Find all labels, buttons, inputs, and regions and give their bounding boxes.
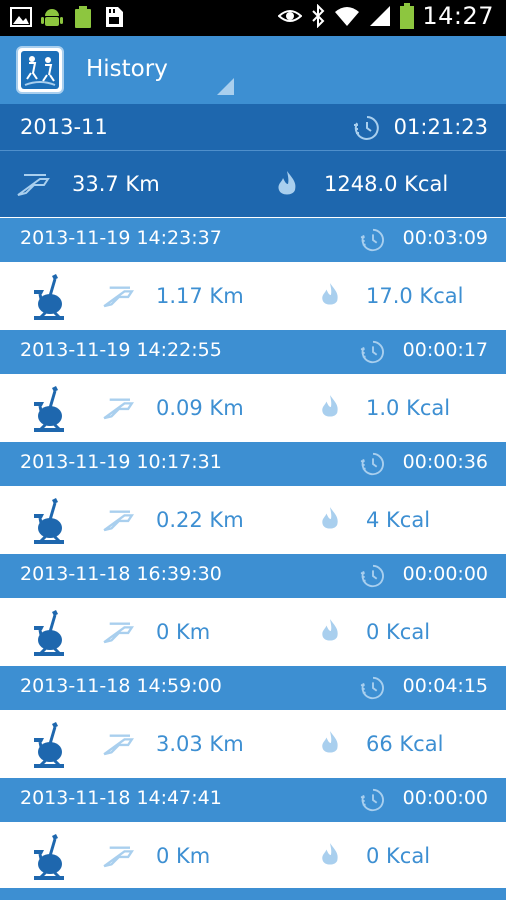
signal-icon xyxy=(370,6,391,26)
shoe-icon xyxy=(103,286,134,308)
record-distance: 1.17 Km xyxy=(156,284,244,308)
bluetooth-icon xyxy=(312,4,325,28)
clock-icon xyxy=(360,228,384,252)
exercise-bike-icon xyxy=(34,274,64,320)
shoe-icon xyxy=(17,174,50,196)
record-duration: 00:03:09 xyxy=(402,227,488,249)
clock-icon xyxy=(360,452,384,476)
record-row[interactable]: 0.22 Km 4 Kcal xyxy=(0,486,506,554)
record-row[interactable]: 1.17 Km 17.0 Kcal xyxy=(0,262,506,330)
wifi-icon xyxy=(335,7,360,26)
record-header[interactable]: 2013-11-18 14:59:00 00:04:15 xyxy=(0,666,506,710)
battery-icon xyxy=(400,3,415,29)
summary-total-duration: 01:21:23 xyxy=(393,115,488,139)
record-duration: 00:00:00 xyxy=(402,787,488,809)
record-header[interactable]: 2013-11-19 10:17:31 00:00:36 xyxy=(0,442,506,486)
record-header[interactable]: 2013-11-18 16:39:30 00:00:00 xyxy=(0,554,506,598)
summary-total-calories: 1248.0 Kcal xyxy=(324,172,449,196)
record-header[interactable]: 2013-11-19 14:22:55 00:00:17 xyxy=(0,330,506,374)
status-bar: 14:27 xyxy=(0,0,506,36)
flame-icon xyxy=(322,507,338,529)
record-distance: 0.09 Km xyxy=(156,396,244,420)
exercise-bike-icon xyxy=(34,610,64,656)
clock-icon xyxy=(360,564,384,588)
record-calories: 0 Kcal xyxy=(366,620,431,644)
record-row[interactable]: 0.09 Km 1.0 Kcal xyxy=(0,374,506,442)
exercise-bike-icon xyxy=(34,722,64,768)
flame-icon xyxy=(322,283,338,305)
clock-time: 14:27 xyxy=(422,2,494,30)
eye-icon xyxy=(278,10,303,22)
spinner-indicator[interactable] xyxy=(217,78,234,95)
record-datetime: 2013-11-18 14:47:41 xyxy=(20,787,222,809)
shoe-icon xyxy=(103,734,134,756)
summary-total-distance: 33.7 Km xyxy=(72,172,160,196)
record-datetime: 2013-11-18 16:39:30 xyxy=(20,563,222,585)
record-datetime: 2013-11-18 14:59:00 xyxy=(20,675,222,697)
record-distance: 3.03 Km xyxy=(156,732,244,756)
exercise-bike-icon xyxy=(34,386,64,432)
record-header[interactable]: 2013-11-19 14:23:37 00:03:09 xyxy=(0,218,506,262)
record-calories: 0 Kcal xyxy=(366,844,431,868)
flame-icon xyxy=(278,171,296,195)
clock-icon xyxy=(354,116,379,140)
notification-icons xyxy=(10,5,125,29)
flame-icon xyxy=(322,843,338,865)
exercise-bike-icon xyxy=(34,498,64,544)
action-bar: History xyxy=(0,36,506,104)
record-duration: 00:00:17 xyxy=(402,339,488,361)
clock-icon xyxy=(360,788,384,812)
clock-icon xyxy=(360,340,384,364)
sd-card-icon xyxy=(106,7,123,27)
record-distance: 0 Km xyxy=(156,620,211,644)
record-datetime: 2013-11-19 14:22:55 xyxy=(20,339,222,361)
android-icon xyxy=(41,9,63,26)
shoe-icon xyxy=(103,622,134,644)
record-row[interactable]: 3.03 Km 66 Kcal xyxy=(0,710,506,778)
record-duration: 00:00:36 xyxy=(402,451,488,473)
page-title: History xyxy=(86,56,168,82)
flame-icon xyxy=(322,395,338,417)
record-duration: 00:00:00 xyxy=(402,563,488,585)
summary-month: 2013-11 xyxy=(20,115,108,139)
battery-small-icon xyxy=(75,6,91,28)
next-record-header-partial xyxy=(0,888,506,900)
record-calories: 17.0 Kcal xyxy=(366,284,464,308)
record-row[interactable]: 0 Km 0 Kcal xyxy=(0,822,506,890)
shoe-icon xyxy=(103,398,134,420)
record-header[interactable]: 2013-11-18 14:47:41 00:00:00 xyxy=(0,778,506,822)
record-calories: 4 Kcal xyxy=(366,508,431,532)
system-icons: 14:27 xyxy=(278,2,494,30)
flame-icon xyxy=(322,731,338,753)
record-datetime: 2013-11-19 14:23:37 xyxy=(20,227,222,249)
record-datetime: 2013-11-19 10:17:31 xyxy=(20,451,222,473)
shoe-icon xyxy=(103,510,134,532)
month-summary-header: 2013-11 01:21:23 xyxy=(0,104,506,151)
month-summary-totals: 33.7 Km 1248.0 Kcal xyxy=(0,151,506,217)
image-icon xyxy=(10,7,32,27)
shoe-icon xyxy=(103,846,134,868)
record-duration: 00:04:15 xyxy=(402,675,488,697)
flame-icon xyxy=(322,619,338,641)
app-logo-icon[interactable] xyxy=(16,46,64,94)
record-calories: 66 Kcal xyxy=(366,732,444,756)
record-distance: 0 Km xyxy=(156,844,211,868)
record-distance: 0.22 Km xyxy=(156,508,244,532)
record-row[interactable]: 0 Km 0 Kcal xyxy=(0,598,506,666)
exercise-bike-icon xyxy=(34,834,64,880)
clock-icon xyxy=(360,676,384,700)
record-calories: 1.0 Kcal xyxy=(366,396,451,420)
